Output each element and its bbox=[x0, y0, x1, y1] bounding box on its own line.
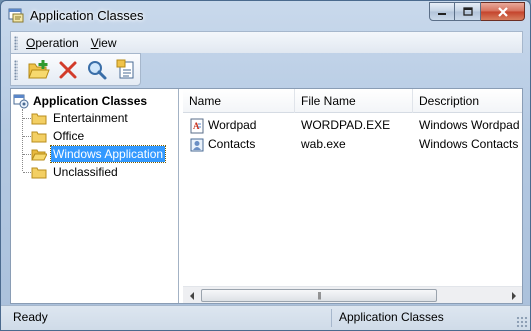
status-current-class: Application Classes bbox=[339, 310, 444, 324]
list-header: Name File Name Description bbox=[183, 89, 522, 113]
cell-file-name: WORDPAD.EXE bbox=[301, 118, 391, 132]
list-row-wordpad[interactable]: A Wordpad WORDPAD.EXE Windows Wordpad bbox=[183, 116, 522, 135]
scrollbar-thumb[interactable]: ||| bbox=[201, 289, 437, 302]
search-button[interactable] bbox=[82, 57, 111, 83]
close-button[interactable] bbox=[481, 2, 525, 21]
search-icon bbox=[87, 60, 106, 79]
list-row-contacts[interactable]: Contacts wab.exe Windows Contacts bbox=[183, 135, 522, 154]
scroll-right-icon bbox=[511, 291, 516, 300]
column-header-file-name[interactable]: File Name bbox=[295, 89, 413, 113]
maximize-button[interactable] bbox=[455, 2, 481, 21]
application-classes-icon bbox=[13, 94, 29, 109]
application-list[interactable]: Name File Name Description A Wordpad WOR… bbox=[183, 89, 522, 303]
menubar-grip[interactable] bbox=[14, 35, 18, 50]
scroll-right-button[interactable] bbox=[505, 287, 522, 303]
resize-grip-icon[interactable] bbox=[516, 316, 528, 328]
cell-name: Contacts bbox=[189, 135, 295, 154]
menu-view[interactable]: View bbox=[91, 36, 117, 50]
app-icon bbox=[8, 8, 24, 23]
open-folder-icon bbox=[31, 149, 47, 161]
cell-file-name: wab.exe bbox=[301, 137, 346, 151]
menu-operation[interactable]: Operation bbox=[26, 36, 79, 50]
toolbar-grip[interactable] bbox=[14, 59, 18, 80]
minimize-button[interactable] bbox=[429, 2, 455, 21]
row-name: Wordpad bbox=[208, 118, 257, 132]
cell-description: Windows Wordpad bbox=[419, 118, 520, 132]
tree-item-office[interactable]: Office bbox=[31, 127, 86, 145]
tree-item-unclassified[interactable]: Unclassified bbox=[31, 163, 120, 181]
tree-connector bbox=[23, 136, 31, 137]
tree-item-windows-application[interactable]: Windows Application bbox=[31, 145, 167, 163]
wordpad-icon: A bbox=[190, 118, 204, 133]
menu-bar: Operation View bbox=[10, 31, 523, 53]
scroll-left-icon bbox=[189, 291, 194, 300]
horizontal-scrollbar[interactable]: ||| bbox=[183, 286, 522, 303]
properties-icon bbox=[116, 59, 133, 78]
tree-item-label: Windows Application bbox=[49, 145, 167, 163]
toolbar bbox=[10, 53, 141, 86]
new-folder-icon bbox=[27, 59, 50, 78]
column-header-name[interactable]: Name bbox=[183, 89, 295, 113]
thumb-grip-icon: ||| bbox=[317, 291, 321, 300]
main-area: Application Classes Entertainment Office… bbox=[10, 88, 523, 304]
properties-button[interactable] bbox=[111, 57, 140, 83]
tree-connector bbox=[23, 172, 31, 173]
tree-item-label: Entertainment bbox=[53, 111, 128, 125]
status-divider bbox=[331, 309, 332, 327]
window-title: Application Classes bbox=[30, 8, 144, 23]
status-text: Ready bbox=[13, 310, 48, 324]
tree-item-label: Unclassified bbox=[53, 165, 118, 179]
cell-description: Windows Contacts bbox=[419, 137, 519, 151]
folder-icon bbox=[31, 131, 47, 143]
status-bar: Ready Application Classes bbox=[1, 305, 530, 330]
tree-connector bbox=[23, 154, 31, 155]
folder-icon bbox=[31, 113, 47, 125]
delete-button[interactable] bbox=[53, 57, 82, 83]
close-icon bbox=[497, 6, 508, 17]
minimize-icon bbox=[438, 12, 446, 15]
tree-item-label: Office bbox=[53, 129, 85, 143]
delete-icon bbox=[59, 61, 76, 78]
tree-root[interactable]: Application Classes bbox=[13, 92, 147, 110]
title-bar[interactable]: Application Classes bbox=[1, 1, 530, 29]
tree-connector bbox=[23, 118, 31, 119]
new-class-button[interactable] bbox=[24, 57, 53, 83]
folder-icon bbox=[31, 167, 47, 179]
caption-buttons bbox=[429, 2, 525, 21]
column-header-description[interactable]: Description bbox=[413, 89, 522, 113]
app-window: Application Classes Operation View Appli… bbox=[0, 0, 531, 331]
contacts-icon bbox=[190, 138, 204, 151]
maximize-icon bbox=[462, 6, 473, 16]
cell-name: A Wordpad bbox=[189, 116, 295, 135]
scroll-left-button[interactable] bbox=[183, 287, 200, 303]
svg-text:A: A bbox=[193, 121, 200, 131]
tree-item-entertainment[interactable]: Entertainment bbox=[31, 109, 130, 127]
row-name: Contacts bbox=[208, 137, 256, 151]
tree-root-label: Application Classes bbox=[33, 94, 148, 108]
class-tree[interactable]: Application Classes Entertainment Office… bbox=[11, 89, 179, 303]
